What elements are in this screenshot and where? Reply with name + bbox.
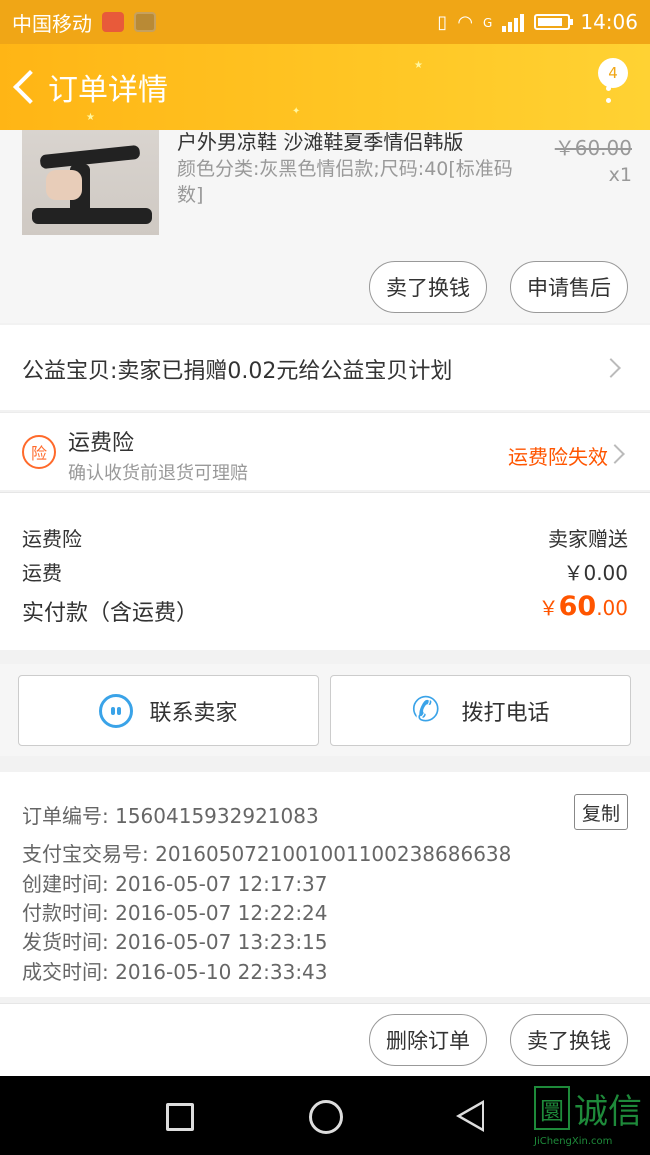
wifi-icon: ◠: [457, 11, 474, 33]
product-sku: 颜色分类:灰黑色情侣款;尺码:40[标准码数]: [177, 158, 513, 206]
alipay-transaction-number: 支付宝交易号: 2016050721001001100238686638: [22, 842, 512, 866]
copy-button[interactable]: 复制: [574, 794, 628, 830]
shipping-fee-label: 运费: [22, 561, 62, 585]
product-thumbnail[interactable]: [22, 130, 159, 235]
watermark: 圜 诚信 JiChengXin.com: [534, 1084, 650, 1154]
contact-seller-button[interactable]: 联系卖家: [18, 675, 319, 746]
insurance-icon: 险: [22, 435, 56, 469]
header-bar: 订单详情 ★ ✦ ★ 4: [0, 44, 650, 130]
sparkle-decoration: ★: [86, 112, 95, 123]
carrier-name: 中国移动: [12, 11, 92, 36]
chevron-right-icon: [601, 358, 621, 378]
sell-swap-button-bottom[interactable]: 卖了换钱: [510, 1014, 628, 1066]
fee-summary: 运费险 卖家赠送 运费 ￥0.00 实付款（含运费） ￥60.00: [0, 492, 650, 650]
total-integer: 60: [558, 591, 597, 622]
completed-time: 成交时间: 2016-05-10 22:33:43: [22, 960, 328, 984]
paid-time: 付款时间: 2016-05-07 12:22:24: [22, 901, 328, 925]
watermark-url: JiChengXin.com: [534, 1136, 613, 1147]
vibrate-icon: ▯: [437, 11, 448, 33]
battery-icon: [534, 14, 574, 30]
sparkle-decoration: ★: [414, 60, 423, 71]
message-badge: 4: [598, 58, 628, 88]
product-name: 户外男凉鞋 沙滩鞋夏季情侣韩版: [177, 130, 464, 154]
charity-text: 公益宝贝:卖家已捐赠0.02元给公益宝贝计划: [22, 359, 453, 384]
page-title: 订单详情: [48, 73, 168, 108]
recent-apps-icon[interactable]: [166, 1103, 194, 1131]
status-bar: 中国移动 ▯ ◠ G 14:06: [0, 0, 650, 44]
home-icon[interactable]: [309, 1100, 343, 1134]
insurance-title: 运费险: [68, 431, 135, 456]
insurance-fee-value: 卖家赠送: [548, 527, 628, 551]
image-notification-icon: [134, 12, 156, 32]
more-menu-button[interactable]: 4: [588, 58, 628, 118]
insurance-fee-label: 运费险: [22, 527, 82, 551]
bottom-actions: 删除订单 卖了换钱: [0, 1003, 650, 1076]
product-card[interactable]: 户外男凉鞋 沙滩鞋夏季情侣韩版 颜色分类:灰黑色情侣款;尺码:40[标准码数] …: [0, 130, 650, 323]
watermark-text: 诚信: [574, 1092, 642, 1132]
mail-notification-icon: [102, 12, 124, 32]
product-quantity: x1: [608, 164, 632, 186]
order-info: 订单编号: 1560415932921083 复制 支付宝交易号: 201605…: [0, 772, 650, 997]
total-amount: ￥60.00: [539, 591, 628, 622]
network-type: G: [483, 16, 493, 30]
contact-seller-label: 联系卖家: [149, 700, 238, 726]
insurance-status: 运费险失效: [508, 445, 608, 469]
sparkle-decoration: ✦: [292, 106, 301, 117]
shipped-time: 发货时间: 2016-05-07 13:23:15: [22, 930, 328, 954]
delete-order-button[interactable]: 删除订单: [369, 1014, 487, 1066]
watermark-logo: 圜: [534, 1086, 570, 1130]
contact-bar: 联系卖家 拨打电话: [0, 664, 650, 756]
shipping-insurance-row[interactable]: 险 运费险 确认收货前退货可理赔 运费险失效: [0, 412, 650, 490]
system-nav-bar: 圜 诚信 JiChengXin.com: [0, 1076, 650, 1155]
chat-bubble-icon: [99, 693, 134, 728]
created-time: 创建时间: 2016-05-07 12:17:37: [22, 872, 328, 896]
order-number: 订单编号: 1560415932921083: [22, 804, 319, 828]
phone-icon: [411, 690, 445, 730]
call-phone-button[interactable]: 拨打电话: [330, 675, 631, 746]
charity-row[interactable]: 公益宝贝:卖家已捐赠0.02元给公益宝贝计划: [0, 325, 650, 410]
total-decimal: .00: [596, 596, 628, 620]
back-triangle-icon[interactable]: [456, 1100, 484, 1132]
sell-swap-button[interactable]: 卖了换钱: [369, 261, 487, 313]
insurance-subtitle: 确认收货前退货可理赔: [68, 463, 248, 484]
product-price: ￥60.00: [554, 136, 632, 160]
clock: 14:06: [580, 10, 638, 34]
back-arrow-icon[interactable]: [10, 67, 46, 107]
total-currency: ￥: [538, 596, 559, 620]
shipping-fee-value: ￥0.00: [563, 561, 628, 585]
signal-icon: [502, 12, 525, 32]
chevron-right-icon: [605, 444, 625, 464]
total-label: 实付款（含运费）: [22, 601, 199, 626]
after-sales-button[interactable]: 申请售后: [510, 261, 628, 313]
call-phone-label: 拨打电话: [461, 700, 550, 726]
